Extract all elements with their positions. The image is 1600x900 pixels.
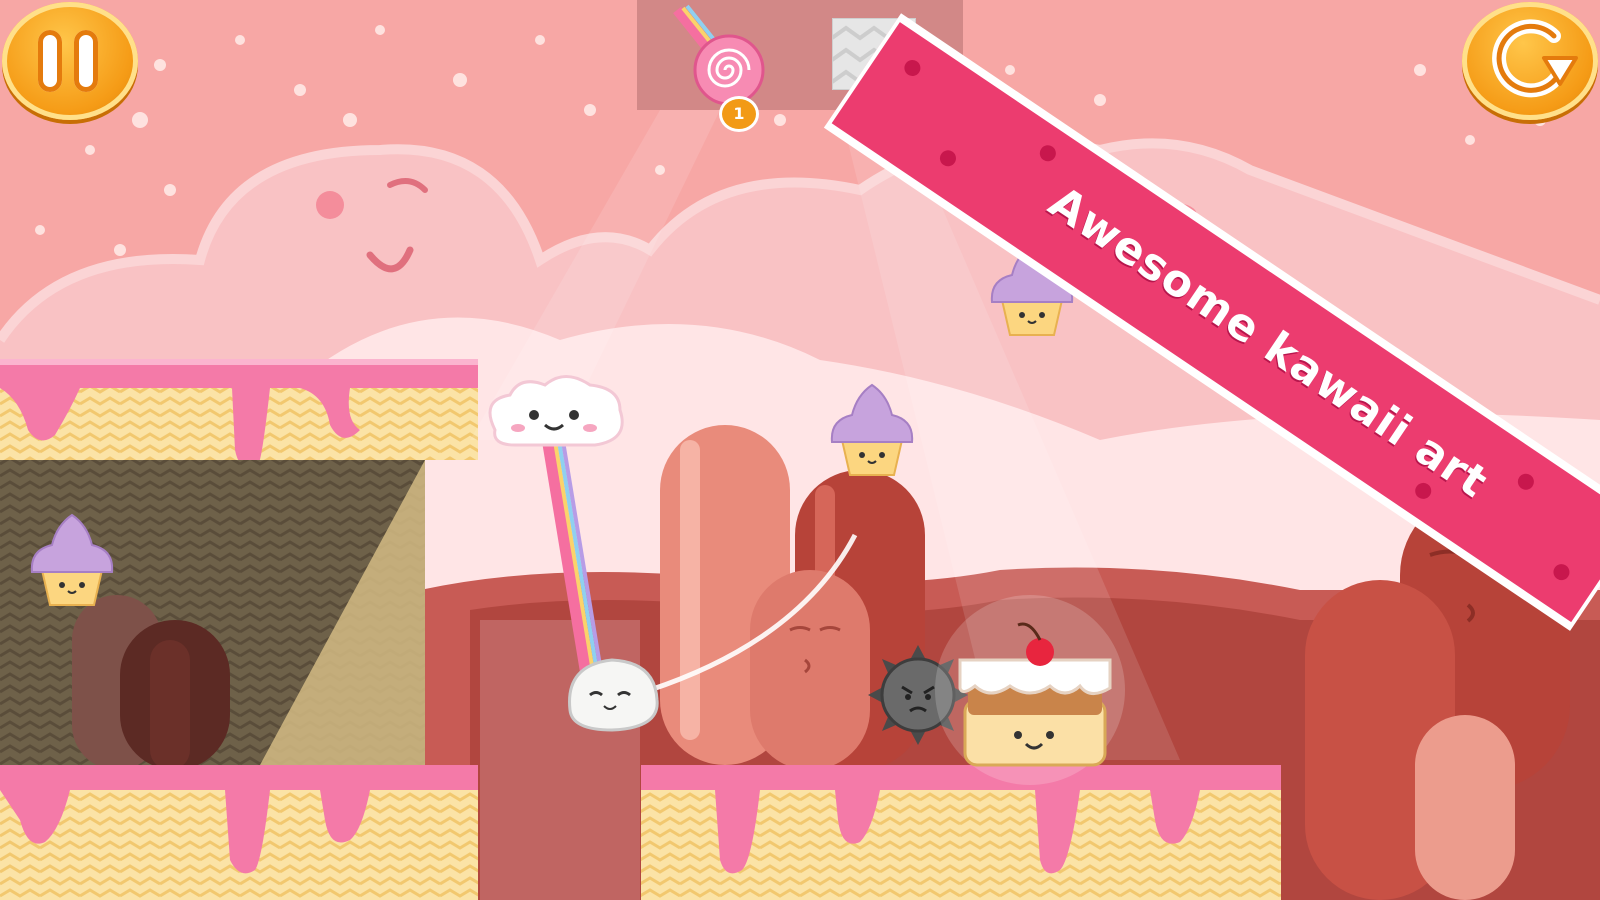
cake-goal [935, 595, 1125, 785]
restart-button[interactable] [1462, 2, 1598, 120]
lollipop-item-slot[interactable]: 1 [657, 0, 767, 132]
lollipop-count-badge: 1 [719, 96, 759, 132]
pause-button[interactable] [2, 2, 138, 120]
cupcake-collectible [830, 383, 914, 476]
pause-icon [38, 30, 102, 92]
mochi-player[interactable] [568, 658, 659, 732]
cloud-character [488, 375, 624, 447]
cupcake-collectible [30, 513, 114, 606]
restart-icon [1492, 19, 1578, 98]
rainbow-lollipop-icon [673, 4, 765, 106]
